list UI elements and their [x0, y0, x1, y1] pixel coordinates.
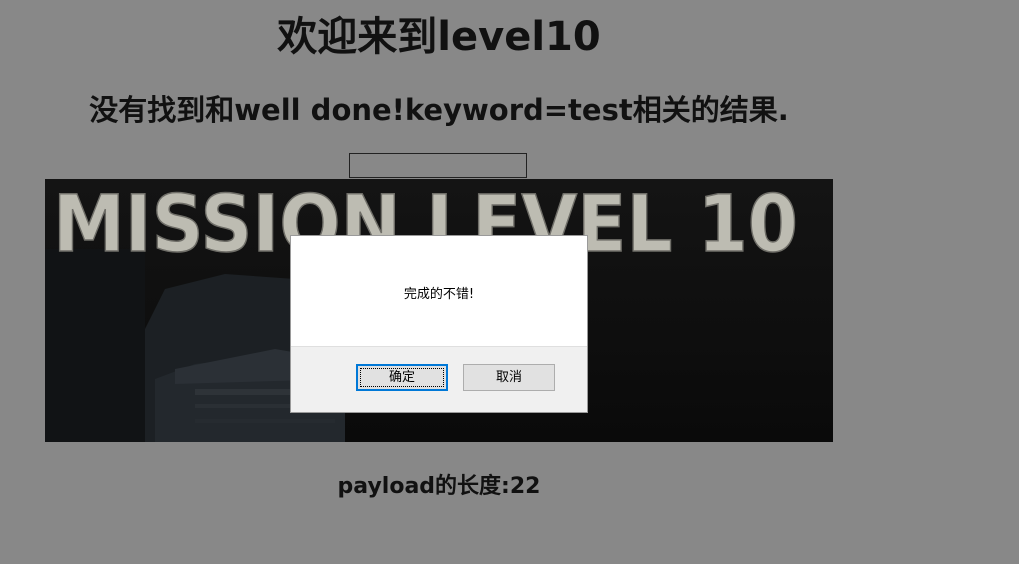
dialog-message: 完成的不错!: [403, 287, 475, 302]
ok-button[interactable]: 确定: [356, 364, 448, 391]
payload-length: payload的长度:22: [337, 474, 541, 499]
cancel-button[interactable]: 取消: [463, 364, 555, 391]
keyword-form-box: [349, 153, 527, 178]
result-message: 没有找到和well done!keyword=test相关的结果.: [89, 93, 789, 127]
page-title: 欢迎来到level10: [277, 14, 601, 60]
dialog-body: 完成的不错!: [291, 236, 587, 346]
alert-dialog: 完成的不错! 确定 取消: [290, 235, 588, 413]
dialog-footer: 确定 取消: [291, 346, 587, 412]
